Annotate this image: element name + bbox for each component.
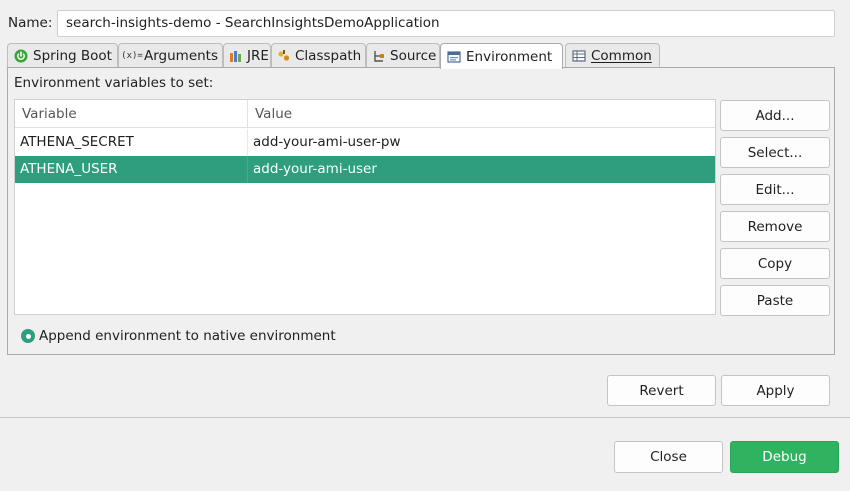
classpath-icon <box>277 48 291 64</box>
apply-button[interactable]: Apply <box>721 375 830 406</box>
edit-button[interactable]: Edit... <box>720 174 830 205</box>
variable-cell: ATHENA_USER <box>15 156 248 183</box>
tab-source[interactable]: Source <box>366 43 440 68</box>
table-row-selected[interactable]: ATHENA_USER add-your-ami-user <box>15 156 715 183</box>
append-environment-label: Append environment to native environment <box>39 328 336 344</box>
variable-cell: ATHENA_SECRET <box>15 129 248 156</box>
debug-button[interactable]: Debug <box>730 441 839 473</box>
tab-label: Arguments <box>144 48 219 64</box>
arguments-icon: (x)= <box>121 51 143 61</box>
tab-spring-boot[interactable]: Spring Boot <box>7 43 118 68</box>
name-row: Name: <box>8 10 58 36</box>
revert-button[interactable]: Revert <box>607 375 716 406</box>
tab-label: Source <box>390 48 437 64</box>
copy-button[interactable]: Copy <box>720 248 830 279</box>
column-header-variable[interactable]: Variable <box>15 100 248 128</box>
remove-button[interactable]: Remove <box>720 211 830 242</box>
value-cell: add-your-ami-user <box>253 161 377 177</box>
value-cell: add-your-ami-user-pw <box>253 134 401 150</box>
append-environment-option[interactable]: Append environment to native environment <box>21 328 336 344</box>
env-section-label: Environment variables to set: <box>14 75 214 91</box>
column-header-value[interactable]: Value <box>248 100 292 128</box>
name-input[interactable]: search-insights-demo - SearchInsightsDem… <box>57 10 835 37</box>
name-label: Name: <box>8 15 53 31</box>
common-icon <box>571 48 587 64</box>
environment-icon <box>446 49 462 65</box>
jre-icon <box>229 48 243 64</box>
tab-jre[interactable]: JRE <box>223 43 271 68</box>
radio-selected-icon[interactable] <box>21 329 35 343</box>
table-header: Variable Value <box>15 100 715 128</box>
table-row[interactable]: ATHENA_SECRET add-your-ami-user-pw <box>15 129 715 156</box>
tab-label: Environment <box>466 48 553 65</box>
source-icon <box>372 48 386 64</box>
tab-classpath[interactable]: Classpath <box>271 43 366 68</box>
tab-environment[interactable]: Environment <box>440 43 563 69</box>
tab-arguments[interactable]: (x)= Arguments <box>118 43 223 68</box>
tab-common[interactable]: Common <box>565 43 660 68</box>
env-variables-table[interactable]: Variable Value ATHENA_SECRET add-your-am… <box>14 99 716 315</box>
select-button[interactable]: Select... <box>720 137 830 168</box>
tab-label: JRE <box>247 48 269 64</box>
tab-label: Classpath <box>295 48 362 64</box>
close-button[interactable]: Close <box>614 441 723 473</box>
tab-label: Common <box>591 48 652 64</box>
launch-configuration-panel: Name: search-insights-demo - SearchInsig… <box>0 0 850 418</box>
environment-tab-content: Environment variables to set: Variable V… <box>7 67 835 355</box>
paste-button[interactable]: Paste <box>720 285 830 316</box>
spring-boot-icon <box>13 48 29 64</box>
add-button[interactable]: Add... <box>720 100 830 131</box>
tab-label: Spring Boot <box>33 48 112 64</box>
